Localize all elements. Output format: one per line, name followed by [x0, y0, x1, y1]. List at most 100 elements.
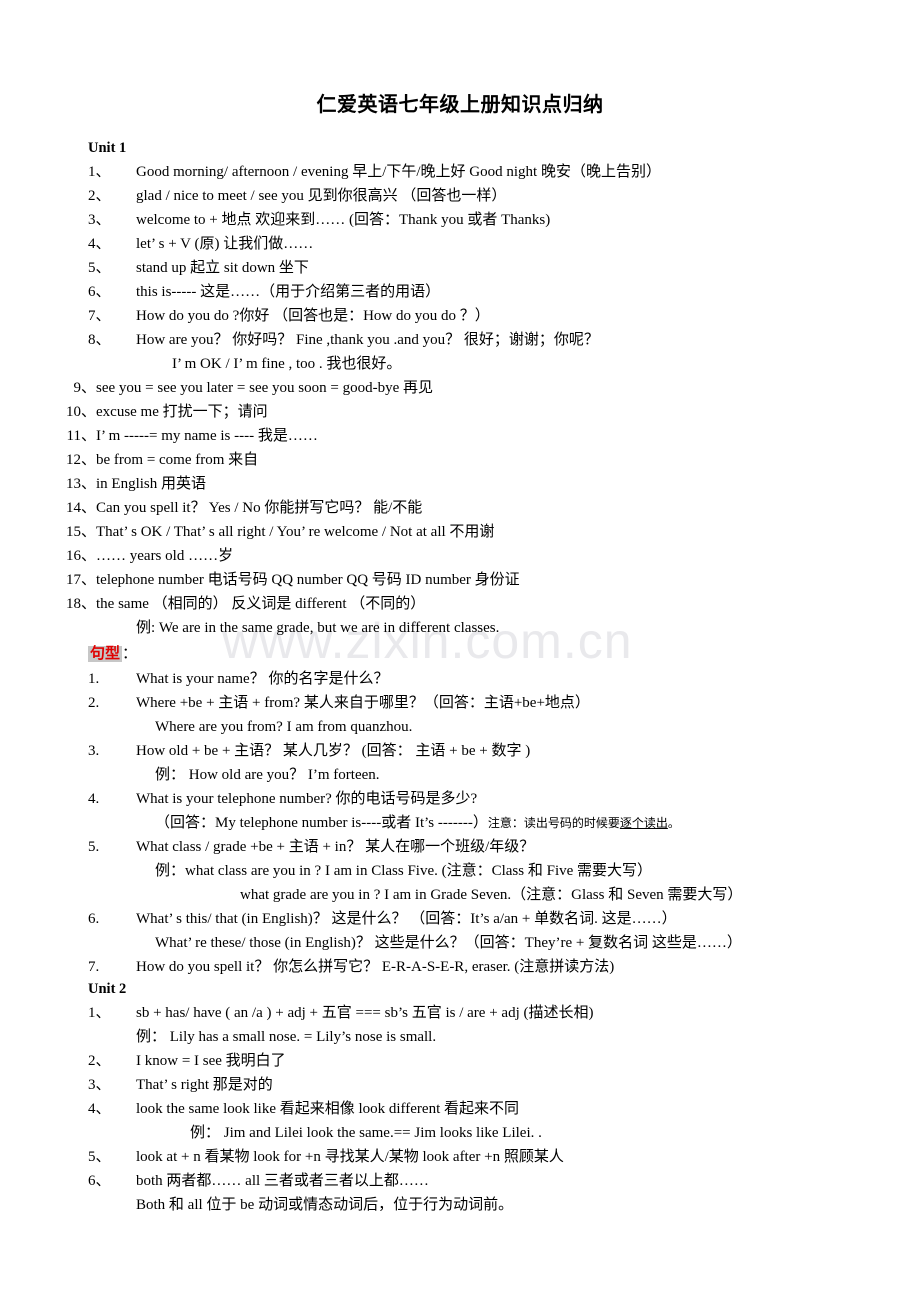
list-item: 1、 sb + has/ have ( an /a ) + adj + 五官 ==…: [0, 1001, 920, 1025]
list-item: 7、 How do you do ?你好 （回答也是：How do you do …: [0, 304, 920, 328]
list-item: 15、 That’ s OK / That’ s all right / You’…: [0, 520, 920, 544]
item-text: look at + n 看某物 look for +n 寻找某人/某物 look…: [136, 1149, 564, 1165]
list-item: 2、 I know = I see 我明白了: [0, 1049, 920, 1073]
item-number: 1、: [88, 164, 111, 180]
list-item: 9、 see you = see you later = see you soon…: [0, 376, 920, 400]
item-text: see you = see you later = see you soon =…: [96, 380, 433, 396]
list-item: 11、 I’ m -----= my name is ---- 我是……: [0, 424, 920, 448]
item-continuation-note: （回答：My telephone number is----或者 It’s --…: [0, 811, 920, 835]
item-number: 12、: [65, 452, 96, 468]
item-continuation: I’ m OK / I’ m fine , too . 我也很好。: [172, 356, 402, 372]
item-number: 2、: [88, 1053, 111, 1069]
item-text: What is your telephone number? 你的电话号码是多少…: [136, 791, 478, 807]
item-text: both 两者都…… all 三者或者三者以上都……: [136, 1173, 429, 1189]
item-text: I’ m -----= my name is ---- 我是……: [96, 428, 318, 444]
list-item: 14、 Can you spell it？ Yes / No 你能拼写它吗？ 能/…: [0, 496, 920, 520]
item-number: 5、: [88, 1149, 111, 1165]
item-number: 6、: [88, 284, 111, 300]
list-item: 3、 That’ s right 那是对的: [0, 1073, 920, 1097]
item-text: How old + be + 主语？ 某人几岁？ (回答： 主语 + be + …: [136, 743, 531, 759]
item-continuation: Both 和 all 位于 be 动词或情态动词后，位于行为动词前。: [136, 1197, 514, 1213]
item-number: 1.: [88, 671, 100, 687]
list-item: 1. What is your name？ 你的名字是什么？: [0, 667, 920, 691]
item-text: How do you spell it？ 你怎么拼写它？ E-R-A-S-E-R…: [136, 959, 615, 975]
item-text: sb + has/ have ( an /a ) + adj + 五官 === …: [136, 1005, 594, 1021]
section-label-badge: 句型: [88, 646, 123, 662]
item-text: Where +be + 主语 + from? 某人来自于哪里？（回答：主语+be…: [136, 695, 590, 711]
item-number: 1、: [88, 1005, 111, 1021]
item-text: What’ s this/ that (in English)？ 这是什么？ （…: [136, 911, 677, 927]
item-number: 3.: [88, 743, 100, 759]
item-number: 10、: [65, 404, 96, 420]
list-item: 5、 stand up 起立 sit down 坐下: [0, 256, 920, 280]
item-text: How are you？ 你好吗？ Fine ,thank you .and y…: [136, 332, 599, 348]
list-item: 3、 welcome to + 地点 欢迎来到…… (回答：Thank you 或…: [0, 208, 920, 232]
list-item: 8、 How are you？ 你好吗？ Fine ,thank you .and…: [0, 328, 920, 352]
list-item: 5. What class / grade +be + 主语 + in？ 某人在哪…: [0, 835, 920, 859]
item-text: stand up 起立 sit down 坐下: [136, 260, 309, 276]
item-number: 4、: [88, 236, 111, 252]
item-number: 7.: [88, 959, 100, 975]
item-number: 4.: [88, 791, 100, 807]
item-number: 17、: [65, 572, 96, 588]
item-number: 14、: [65, 500, 96, 516]
item-text: look the same look like 看起来相像 look diffe…: [136, 1101, 520, 1117]
list-item: 12、 be from = come from 来自: [0, 448, 920, 472]
section-label-colon: ：: [122, 646, 138, 662]
item-number: 18、: [65, 596, 96, 612]
item-number: 8、: [88, 332, 111, 348]
item-number: 7、: [88, 308, 111, 324]
item-text: That’ s right 那是对的: [136, 1077, 273, 1093]
item-text: in English 用英语: [96, 476, 207, 492]
item-number: 5、: [88, 260, 111, 276]
list-item: 6、 both 两者都…… all 三者或者三者以上都……: [0, 1169, 920, 1193]
item-text: That’ s OK / That’ s all right / You’ re…: [96, 524, 495, 540]
item-text: this is----- 这是……（用于介绍第三者的用语）: [136, 284, 441, 300]
item-text: excuse me 打扰一下；请问: [96, 404, 268, 420]
document-page: www.zixin.com.cn 仁爱英语七年级上册知识点归纳 Unit 1 1…: [0, 0, 920, 1302]
document-content: 仁爱英语七年级上册知识点归纳 Unit 1 1、 Good morning/ af…: [0, 0, 920, 1217]
item-number: 15、: [65, 524, 96, 540]
list-item: 4. What is your telephone number? 你的电话号码是…: [0, 787, 920, 811]
item-number: 16、: [65, 548, 96, 564]
item-number: 11、: [66, 428, 96, 444]
unit2-heading: Unit 2: [88, 981, 127, 997]
unit1-heading: Unit 1: [88, 140, 127, 156]
item-text: What class / grade +be + 主语 + in？ 某人在哪一个…: [136, 839, 535, 855]
item-number: 2.: [88, 695, 100, 711]
item-text: What is your name？ 你的名字是什么？: [136, 671, 389, 687]
list-item: 10、 excuse me 打扰一下；请问: [0, 400, 920, 424]
list-item: 7. How do you spell it？ 你怎么拼写它？ E-R-A-S-E…: [0, 955, 920, 979]
item-text: Can you spell it？ Yes / No 你能拼写它吗？ 能/不能: [96, 500, 423, 516]
list-item: 2、 glad / nice to meet / see you 见到你很高兴 （…: [0, 184, 920, 208]
item-continuation: What’ re these/ those (in English)？ 这些是什…: [155, 935, 742, 951]
list-item: 2. Where +be + 主语 + from? 某人来自于哪里？（回答：主语+…: [0, 691, 920, 715]
item-continuation: 例： Lily has a small nose. = Lily’s nose …: [136, 1029, 437, 1045]
item-continuation: what grade are you in ? I am in Grade Se…: [240, 887, 743, 903]
item-number: 3、: [88, 212, 111, 228]
list-item: 4、 look the same look like 看起来相像 look dif…: [0, 1097, 920, 1121]
item-number: 2、: [88, 188, 111, 204]
item-text: glad / nice to meet / see you 见到你很高兴 （回答…: [136, 188, 507, 204]
item-continuation: Where are you from? I am from quanzhou.: [155, 719, 413, 735]
item-number: 9、: [73, 380, 96, 396]
list-item: 16、…… years old ……岁: [0, 544, 920, 568]
item-number: 5.: [88, 839, 100, 855]
item-number: 6、: [88, 1173, 111, 1189]
list-item: 1、 Good morning/ afternoon / evening 早上/下…: [0, 160, 920, 184]
list-item: 5、 look at + n 看某物 look for +n 寻找某人/某物 lo…: [0, 1145, 920, 1169]
list-item: 3. How old + be + 主语？ 某人几岁？ (回答： 主语 + be …: [0, 739, 920, 763]
item-text: I know = I see 我明白了: [136, 1053, 286, 1069]
list-item: 6、 this is----- 这是……（用于介绍第三者的用语）: [0, 280, 920, 304]
item-text: How do you do ?你好 （回答也是：How do you do ？）: [136, 308, 490, 324]
item-text: telephone number 电话号码 QQ number QQ 号码 ID…: [96, 572, 520, 588]
note-suffix: 。: [667, 816, 680, 830]
page-title: 仁爱英语七年级上册知识点归纳: [316, 94, 604, 116]
item-number: 13、: [65, 476, 96, 492]
item-text: Good morning/ afternoon / evening 早上/下午/…: [136, 164, 661, 180]
list-item: 18、 the same （相同的） 反义词是 different （不同的）: [0, 592, 920, 616]
list-item: 6. What’ s this/ that (in English)？ 这是什么？…: [0, 907, 920, 931]
item-number: 3、: [88, 1077, 111, 1093]
item-text: …… years old ……岁: [96, 548, 234, 564]
item-text: welcome to + 地点 欢迎来到…… (回答：Thank you 或者 …: [136, 212, 551, 228]
